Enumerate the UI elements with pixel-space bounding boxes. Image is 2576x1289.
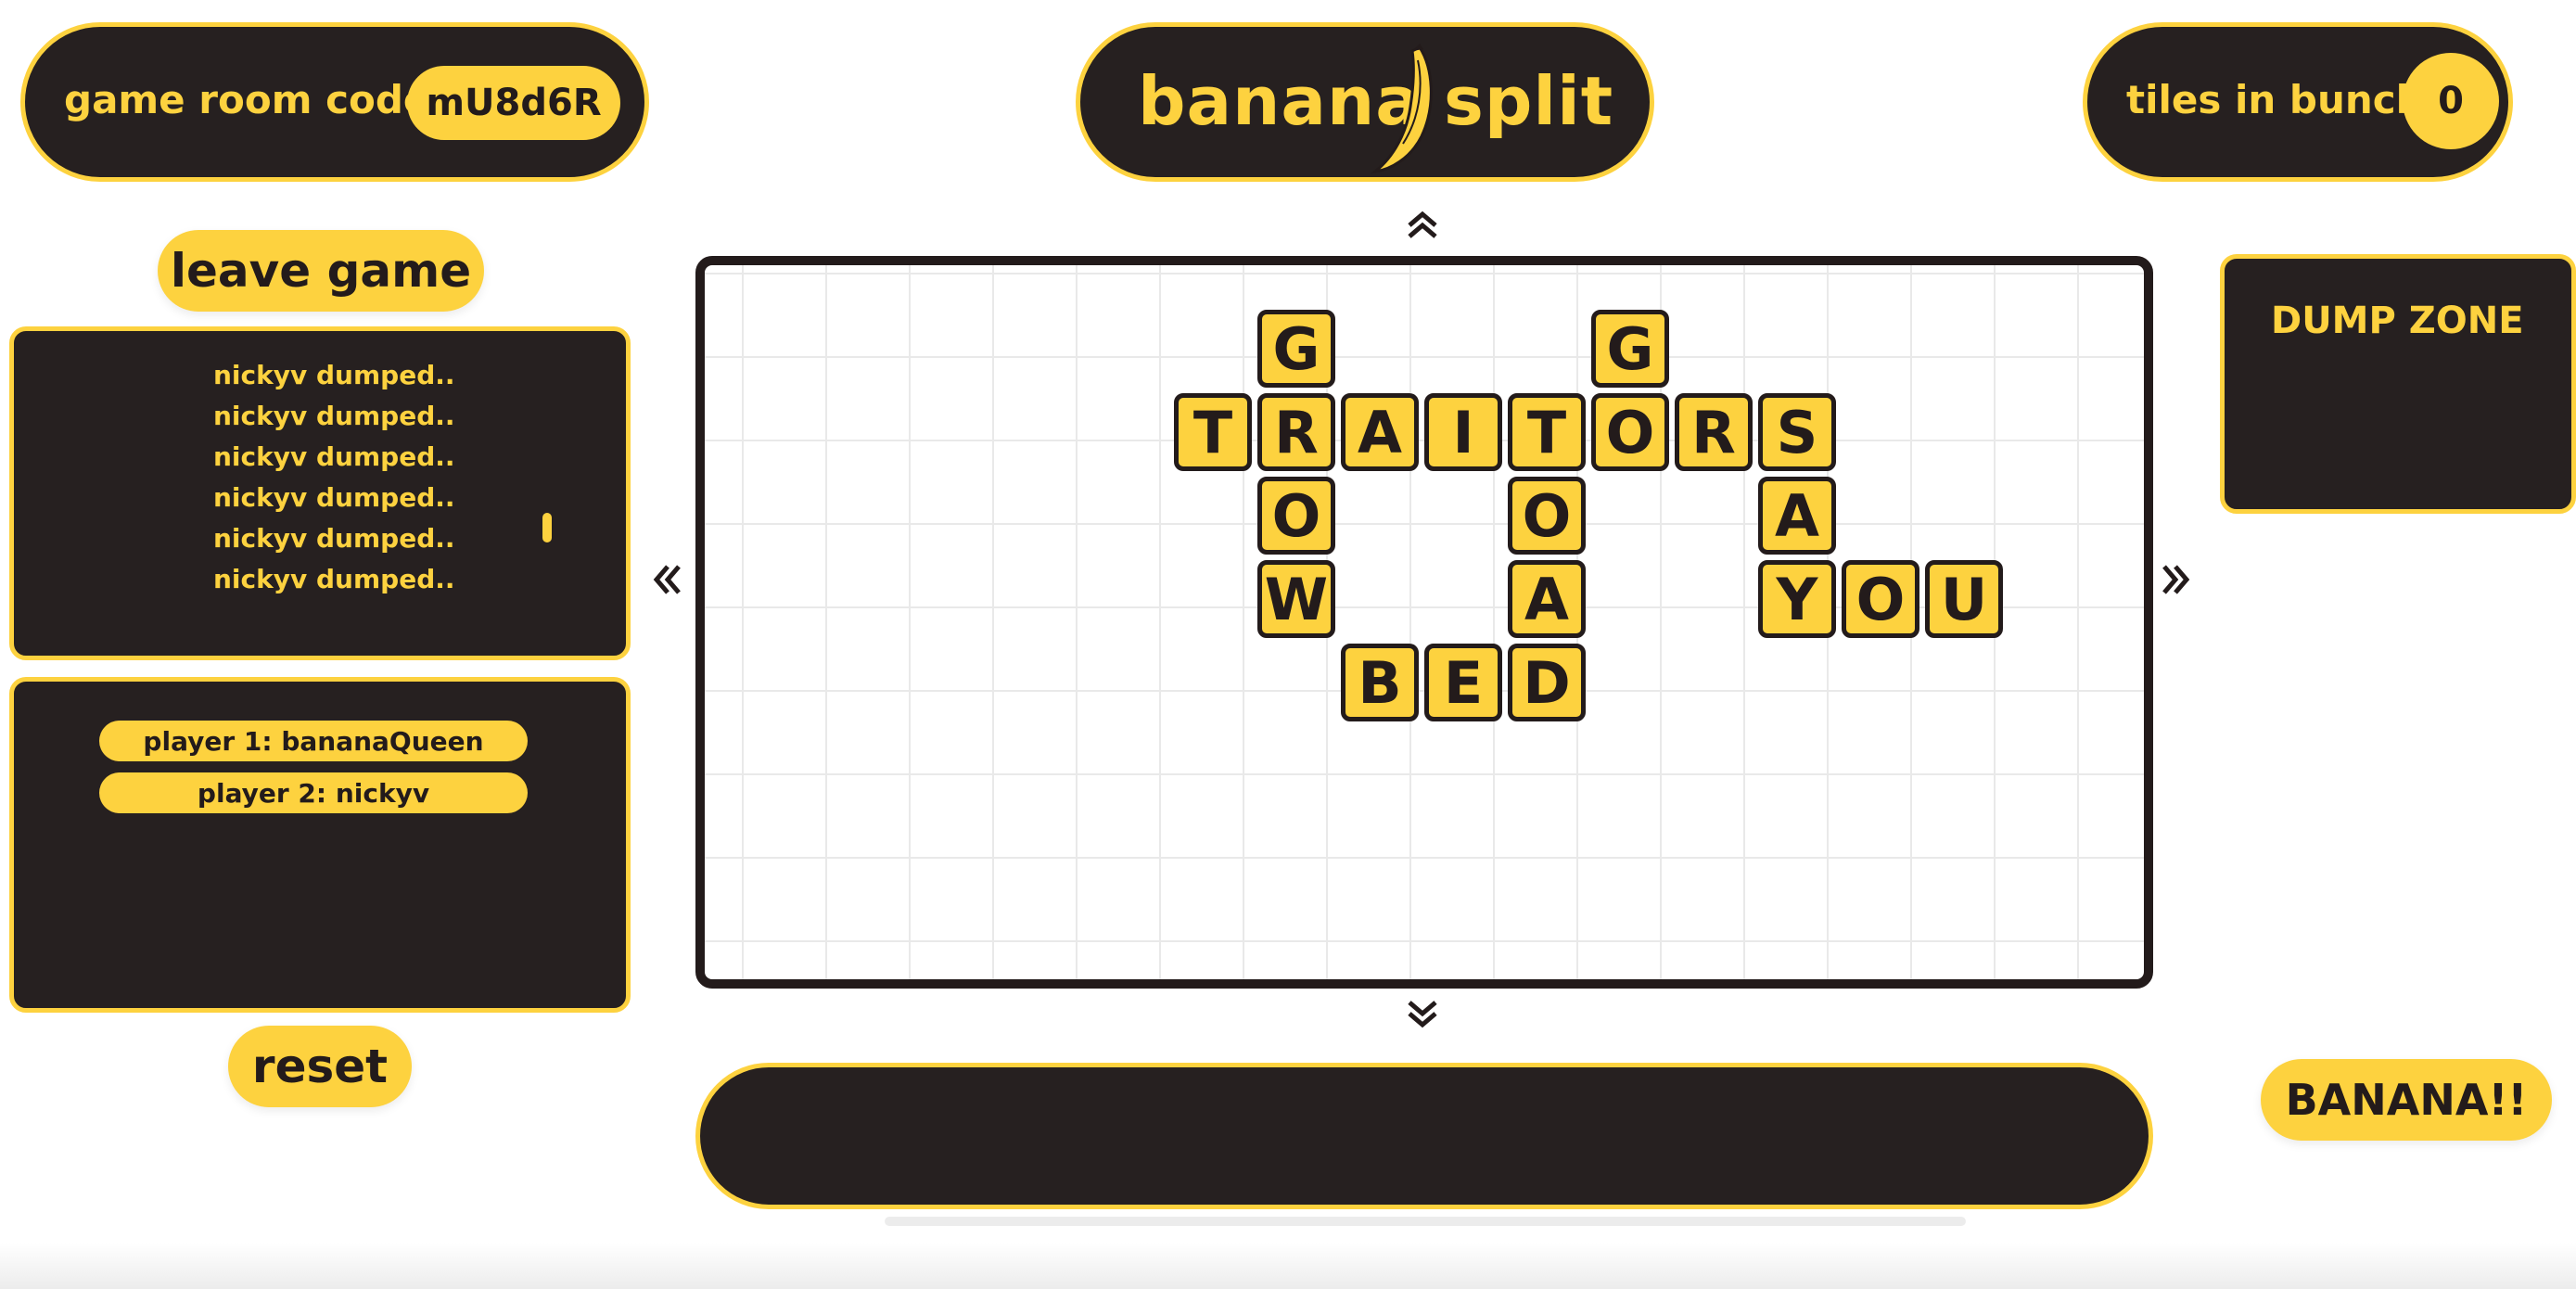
letter-tile[interactable]: S: [1758, 393, 1836, 471]
dump-zone[interactable]: DUMP ZONE: [2220, 254, 2576, 514]
dump-zone-label: DUMP ZONE: [2271, 300, 2524, 342]
letter-tile[interactable]: O: [1508, 477, 1586, 555]
player-item: player 2: nickyv: [99, 772, 528, 813]
banana-button[interactable]: BANANA!!: [2261, 1059, 2552, 1141]
letter-tile[interactable]: U: [1925, 560, 2003, 638]
tiles-in-bunch-count: 0: [2403, 53, 2499, 149]
letter-tile[interactable]: Y: [1758, 560, 1836, 638]
room-code-badge: mU8d6R: [407, 66, 620, 140]
log-entry: nickyv dumped..: [213, 360, 455, 390]
logo-text-split: split: [1444, 62, 1614, 140]
log-entry: nickyv dumped..: [213, 564, 455, 594]
letter-tile[interactable]: A: [1758, 477, 1836, 555]
page-bottom-edge: [0, 1243, 2576, 1289]
room-code-panel: game room code: mU8d6R: [20, 22, 649, 182]
letter-tile[interactable]: A: [1341, 393, 1419, 471]
letter-tile[interactable]: I: [1424, 393, 1502, 471]
tile-rack[interactable]: [695, 1063, 2153, 1209]
player-item: player 1: bananaQueen: [99, 721, 528, 761]
leave-game-button[interactable]: leave game: [158, 230, 484, 312]
letter-tile[interactable]: O: [1257, 477, 1335, 555]
letter-tile[interactable]: D: [1508, 644, 1586, 721]
letter-tile[interactable]: O: [1591, 393, 1669, 471]
banana-icon: [1370, 44, 1433, 174]
log-scrollbar-thumb[interactable]: [542, 513, 552, 542]
activity-log-list: nickyv dumped.. nickyv dumped.. nickyv d…: [14, 355, 626, 600]
letter-tile[interactable]: R: [1675, 393, 1753, 471]
reset-button[interactable]: reset: [228, 1026, 412, 1107]
letter-tile[interactable]: T: [1508, 393, 1586, 471]
tiles-in-bunch-label: tiles in bunch:: [2126, 77, 2440, 122]
logo-panel: banana split: [1076, 22, 1654, 182]
letter-tile[interactable]: A: [1508, 560, 1586, 638]
room-code-label: game room code:: [64, 77, 446, 122]
letter-tile[interactable]: R: [1257, 393, 1335, 471]
letter-tile[interactable]: B: [1341, 644, 1419, 721]
letter-tile[interactable]: T: [1174, 393, 1252, 471]
letter-tile[interactable]: G: [1591, 310, 1669, 388]
log-entry: nickyv dumped..: [213, 482, 455, 513]
game-board[interactable]: GGTRAITORSOOAWAYOUBED: [695, 256, 2153, 989]
letter-tile[interactable]: O: [1842, 560, 1919, 638]
tiles-in-bunch-panel: tiles in bunch: 0: [2083, 22, 2513, 182]
rack-scrollbar[interactable]: [885, 1217, 1966, 1226]
scroll-up-icon[interactable]: [1404, 202, 1441, 252]
log-entry: nickyv dumped..: [213, 441, 455, 472]
letter-tile[interactable]: E: [1424, 644, 1502, 721]
scroll-right-icon[interactable]: [2157, 556, 2194, 606]
scroll-left-icon[interactable]: [649, 556, 686, 606]
log-entry: nickyv dumped..: [213, 401, 455, 431]
log-entry: nickyv dumped..: [213, 523, 455, 554]
activity-log-panel: nickyv dumped.. nickyv dumped.. nickyv d…: [9, 326, 631, 660]
letter-tile[interactable]: W: [1257, 560, 1335, 638]
letter-tile[interactable]: G: [1257, 310, 1335, 388]
scroll-down-icon[interactable]: [1404, 990, 1441, 1040]
players-panel: player 1: bananaQueen player 2: nickyv: [9, 677, 631, 1013]
